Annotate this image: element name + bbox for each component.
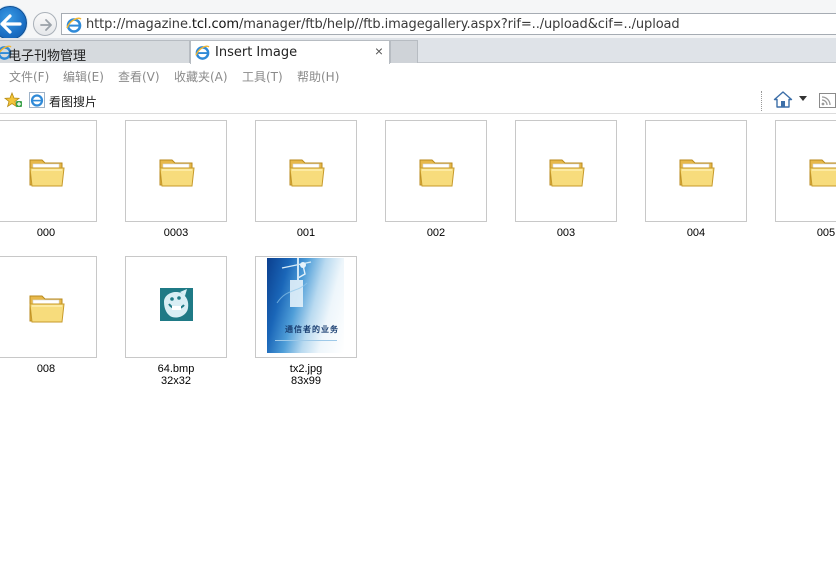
favorites-star-icon[interactable] — [4, 92, 23, 109]
bmp-preview-image — [160, 288, 193, 321]
new-tab-button[interactable] — [390, 40, 418, 63]
address-url: http://magazine.tcl.com/manager/ftb/help… — [86, 17, 680, 32]
folder-name: 000 — [36, 227, 56, 239]
image-name: tx2.jpg — [289, 363, 323, 375]
menu-view[interactable]: 查看(V) — [118, 68, 160, 85]
ie-page-icon — [66, 17, 82, 33]
address-bar-row: http://magazine.tcl.com/manager/ftb/help… — [0, 0, 836, 40]
folder-name: 003 — [556, 227, 576, 239]
favorites-bar: 看图搜片 — [0, 87, 836, 114]
folder-thumbnail[interactable] — [775, 120, 836, 222]
folder-name: 001 — [296, 227, 316, 239]
folder-thumbnail[interactable] — [255, 120, 357, 222]
tab-insert-image[interactable]: Insert Image × — [190, 40, 390, 64]
address-input[interactable]: http://magazine.tcl.com/manager/ftb/help… — [61, 13, 836, 35]
chevron-down-icon[interactable] — [799, 96, 807, 102]
tab-label: 电子刊物管理 — [8, 49, 87, 64]
ie-page-icon — [195, 45, 210, 60]
ie-page-icon — [29, 92, 45, 108]
command-bar-separator — [761, 91, 762, 111]
jpg-preview-image: 通信者的业务 — [267, 258, 344, 353]
home-icon[interactable] — [773, 90, 793, 109]
folder-name: 004 — [686, 227, 706, 239]
favorite-link-label: 看图搜片 — [49, 95, 98, 109]
image-thumbnail[interactable]: 通信者的业务 — [255, 256, 357, 358]
menu-favorites[interactable]: 收藏夹(A) — [174, 68, 228, 85]
folder-thumbnail[interactable] — [0, 120, 97, 222]
image-gallery: 000 0003 001 002 003 004 005 008 64.bmp 32x32 — [0, 115, 836, 576]
tab-strip: 电子刊物管理 Insert Image × — [0, 38, 836, 64]
image-dimensions: 32x32 — [161, 375, 191, 387]
folder-thumbnail[interactable] — [0, 256, 97, 358]
folder-name: 005 — [816, 227, 836, 239]
menu-edit[interactable]: 编辑(E) — [63, 68, 104, 85]
menu-file[interactable]: 文件(F) — [9, 68, 49, 85]
image-thumbnail[interactable] — [125, 256, 227, 358]
back-button[interactable] — [0, 6, 27, 40]
close-tab-icon[interactable]: × — [375, 44, 383, 58]
menu-tools[interactable]: 工具(T) — [242, 68, 283, 85]
forward-button[interactable] — [33, 12, 57, 36]
rss-feed-icon[interactable] — [819, 93, 836, 108]
menu-bar: 文件(F) 编辑(E) 查看(V) 收藏夹(A) 工具(T) 帮助(H) — [0, 64, 836, 87]
image-dimensions: 83x99 — [291, 375, 321, 387]
folder-thumbnail[interactable] — [645, 120, 747, 222]
folder-name: 002 — [426, 227, 446, 239]
forward-arrow-icon — [40, 19, 52, 31]
tab-label: Insert Image — [215, 45, 298, 60]
svg-text:通信者的业务: 通信者的业务 — [285, 324, 339, 334]
back-arrow-icon — [0, 14, 22, 34]
folder-name: 0003 — [163, 227, 189, 239]
folder-thumbnail[interactable] — [515, 120, 617, 222]
menu-help[interactable]: 帮助(H) — [297, 68, 339, 85]
folder-name: 008 — [36, 363, 56, 375]
image-name: 64.bmp — [157, 363, 195, 375]
folder-thumbnail[interactable] — [385, 120, 487, 222]
tab-ecatalog-manage[interactable]: 电子刊物管理 — [0, 40, 190, 64]
folder-thumbnail[interactable] — [125, 120, 227, 222]
